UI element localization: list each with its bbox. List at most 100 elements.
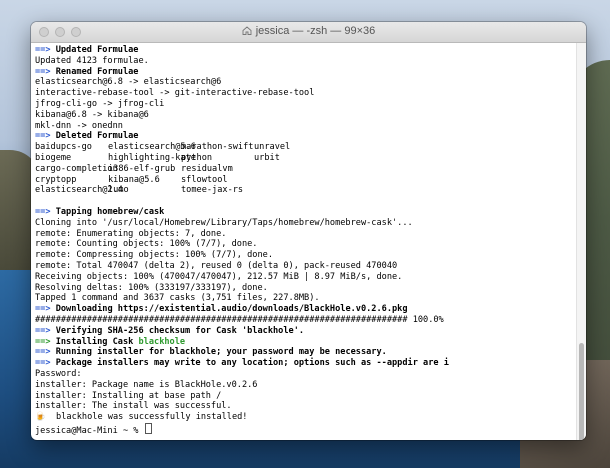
terminal-line: Resolving deltas: 100% (333197/333197), …	[35, 283, 573, 294]
deleted-formula: i386-elf-grub	[108, 163, 176, 174]
terminal-line: ==> Running installer for blackhole; you…	[35, 347, 573, 358]
arrow-marker: ==>	[35, 304, 56, 315]
deleted-formula: python	[181, 152, 213, 163]
terminal-line-text: Installing Cask	[55, 336, 139, 347]
terminal-line-text: Running installer for blackhole; your pa…	[55, 347, 387, 358]
cask-name: blackhole	[138, 336, 186, 347]
terminal-line: interactive-rebase-tool -> git-interacti…	[35, 88, 573, 99]
deleted-formula: cryptopp	[35, 174, 77, 185]
deleted-formula: kibana@5.6	[108, 174, 160, 185]
terminal-line: Receiving objects: 100% (470047/470047),…	[35, 272, 573, 283]
deleted-formula: highlighting-kate	[108, 152, 196, 163]
terminal-line-text: Tapped 1 command and 3637 casks (3,751 f…	[35, 293, 320, 304]
deleted-formula: unravel	[254, 142, 291, 153]
terminal-line-text: installer: The install was successful.	[35, 401, 232, 412]
deleted-formula: marathon-swift	[181, 142, 254, 153]
arrow-marker: ==>	[35, 131, 56, 142]
arrow-marker: ==>	[35, 45, 56, 55]
terminal-line: installer: The install was successful.	[35, 401, 573, 412]
terminal-line-text: Tapping homebrew/cask	[55, 206, 165, 217]
terminal-line: 🍺 blackhole was successfully installed!	[35, 412, 573, 423]
deleted-formula: biogeme	[35, 152, 72, 163]
scrollbar[interactable]	[576, 43, 586, 440]
arrow-marker: ==>	[35, 336, 56, 347]
terminal-line: ==> Updated Formulae	[35, 45, 573, 56]
arrow-marker: ==>	[35, 325, 56, 336]
home-folder-icon	[242, 26, 252, 35]
terminal-line: remote: Total 470047 (delta 2), reused 0…	[35, 261, 573, 272]
deleted-formula: cargo-completion	[35, 163, 118, 174]
terminal-line: ==> Deleted Formulae	[35, 131, 573, 142]
terminal-line: jfrog-cli-go -> jfrog-cli	[35, 99, 573, 110]
terminal-line: Password:	[35, 369, 573, 380]
deleted-formulae-row: cryptopp kibana@5.6 sflowtool	[35, 175, 573, 186]
terminal-line-text: ########################################…	[35, 314, 444, 325]
terminal-line: kibana@6.8 -> kibana@6	[35, 110, 573, 121]
deleted-formula: baidupcs-go	[35, 142, 92, 153]
arrow-marker: ==>	[35, 358, 56, 369]
terminal-line-text: Updated 4123 formulae.	[35, 55, 149, 66]
window-title: jessica — -zsh — 99×36	[255, 25, 376, 37]
beer-icon: 🍺	[35, 412, 46, 423]
deleted-formula: lumo	[108, 185, 129, 196]
terminal-line: ==> Downloading https://existential.audi…	[35, 304, 573, 315]
deleted-formulae-row: baidupcs-go elasticsearch@5.6 marathon-swi…	[35, 142, 573, 153]
terminal-line: jessica@Mac-Mini ~ %	[35, 422, 573, 436]
scrollbar-thumb[interactable]	[579, 343, 584, 440]
terminal-line-text: Cloning into '/usr/local/Homebrew/Librar…	[35, 217, 413, 228]
terminal-line-text: Updated Formulae	[55, 45, 139, 55]
terminal-line-text: blackhole was successfully installed!	[45, 412, 248, 423]
shell-prompt: jessica@Mac-Mini ~ %	[35, 425, 144, 436]
terminal-line-text: kibana@6.8 -> kibana@6	[35, 109, 149, 120]
deleted-formula: sflowtool	[181, 174, 228, 185]
deleted-formulae-row: biogeme highlighting-kate python urbit	[35, 153, 573, 164]
terminal-line-text: elasticsearch@6.8 -> elasticsearch@6	[35, 77, 222, 88]
terminal-line-text: interactive-rebase-tool -> git-interacti…	[35, 88, 315, 99]
deleted-formula: elasticsearch@2.4	[35, 185, 123, 196]
terminal-line: remote: Enumerating objects: 7, done.	[35, 229, 573, 240]
deleted-formula: elasticsearch@5.6	[108, 142, 196, 153]
terminal-line: installer: Installing at base path /	[35, 391, 573, 402]
terminal-line-text: remote: Compressing objects: 100% (7/7),…	[35, 250, 273, 261]
terminal-line: elasticsearch@6.8 -> elasticsearch@6	[35, 77, 573, 88]
terminal-line-text: remote: Enumerating objects: 7, done.	[35, 228, 227, 239]
terminal-line-text: jfrog-cli-go -> jfrog-cli	[35, 98, 165, 109]
terminal-line: ==> Tapping homebrew/cask	[35, 207, 573, 218]
arrow-marker: ==>	[35, 347, 56, 358]
terminal-line-text: Downloading https://existential.audio/do…	[55, 304, 408, 315]
deleted-formulae-row: cargo-completion i386-elf-grub residualvm	[35, 164, 573, 175]
terminal-line: Updated 4123 formulae.	[35, 56, 573, 67]
deleted-formula: tomee-jax-rs	[181, 185, 244, 196]
terminal-line: remote: Counting objects: 100% (7/7), do…	[35, 239, 573, 250]
terminal-window[interactable]: jessica — -zsh — 99×36 ==> Updated Formu…	[31, 22, 586, 440]
terminal-line: ==> Renamed Formulae	[35, 67, 573, 78]
terminal-line-text: installer: Package name is BlackHole.v0.…	[35, 379, 258, 390]
terminal-line: installer: Package name is BlackHole.v0.…	[35, 380, 573, 391]
terminal-line-text: Verifying SHA-256 checksum for Cask 'bla…	[55, 325, 305, 336]
deleted-formulae-row: elasticsearch@2.4 lumo tomee-jax-rs	[35, 185, 573, 196]
terminal-line: Cloning into '/usr/local/Homebrew/Librar…	[35, 218, 573, 229]
terminal-line: Tapped 1 command and 3637 casks (3,751 f…	[35, 293, 573, 304]
terminal-line-text: Package installers may write to any loca…	[55, 358, 449, 369]
terminal-output[interactable]: ==> Updated Formulae Updated 4123 formula…	[31, 43, 577, 440]
arrow-marker: ==>	[35, 66, 56, 77]
terminal-line: ########################################…	[35, 315, 573, 326]
terminal-line: ==> Verifying SHA-256 checksum for Cask …	[35, 326, 573, 337]
terminal-line-text: Deleted Formulae	[55, 131, 139, 142]
terminal-line-text: Resolving deltas: 100% (333197/333197), …	[35, 282, 268, 293]
terminal-line: ==> Package installers may write to any …	[35, 358, 573, 369]
text-cursor[interactable]	[144, 422, 152, 434]
deleted-formula: urbit	[254, 152, 280, 163]
terminal-line-text: remote: Counting objects: 100% (7/7), do…	[35, 239, 258, 250]
terminal-line: mkl-dnn -> onednn	[35, 121, 573, 132]
terminal-line-text: installer: Installing at base path /	[35, 390, 222, 401]
terminal-line-text: mkl-dnn -> onednn	[35, 120, 123, 131]
terminal-line-text: remote: Total 470047 (delta 2), reused 0…	[35, 260, 398, 271]
window-title-area: jessica — -zsh — 99×36	[31, 25, 586, 37]
deleted-formula: residualvm	[181, 163, 233, 174]
terminal-line-text: Renamed Formulae	[55, 66, 139, 77]
title-bar[interactable]: jessica — -zsh — 99×36	[31, 22, 586, 43]
terminal-line-text: Password:	[35, 368, 82, 379]
terminal-line: ==> Installing Cask blackhole	[35, 337, 573, 348]
